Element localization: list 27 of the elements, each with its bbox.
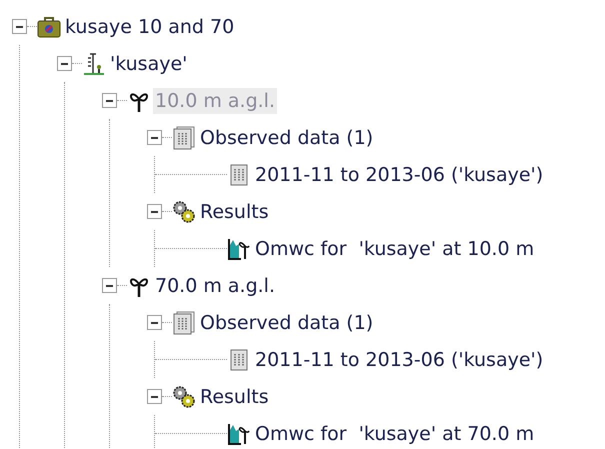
chart-icon [227,236,251,260]
collapse-toggle[interactable] [12,19,27,34]
data-sheet-icon [172,310,196,334]
mast-icon [82,52,106,76]
collapse-toggle[interactable] [102,93,117,108]
tree-item[interactable]: 2011-11 to 2013-06 ('kusaye') [253,346,546,372]
gears-icon [172,200,196,224]
collapse-toggle[interactable] [147,204,162,219]
tree-item[interactable]: Results [198,384,271,410]
data-sheet-icon [172,126,196,150]
tree-item[interactable]: Omwc for 'kusaye' at 70.0 m [253,420,536,446]
tree-item[interactable]: 'kusaye' [108,50,190,76]
briefcase-icon [37,14,61,38]
collapse-toggle[interactable] [147,315,162,330]
tree-item[interactable]: kusaye 10 and 70 [63,14,236,40]
tree-item[interactable]: Omwc for 'kusaye' at 10.0 m [253,236,536,262]
collapse-toggle[interactable] [102,278,117,293]
collapse-toggle[interactable] [147,389,162,404]
collapse-toggle[interactable] [57,56,72,71]
tree-item[interactable]: 2011-11 to 2013-06 ('kusaye') [253,162,546,188]
tree-item[interactable]: Observed data (1) [198,310,376,336]
gears-icon [172,384,196,408]
collapse-toggle[interactable] [147,130,162,145]
tree-item[interactable]: Observed data (1) [198,124,376,150]
tree-item[interactable]: 70.0 m a.g.l. [153,272,277,298]
chart-icon [227,422,251,446]
tree-item[interactable]: Results [198,198,271,224]
